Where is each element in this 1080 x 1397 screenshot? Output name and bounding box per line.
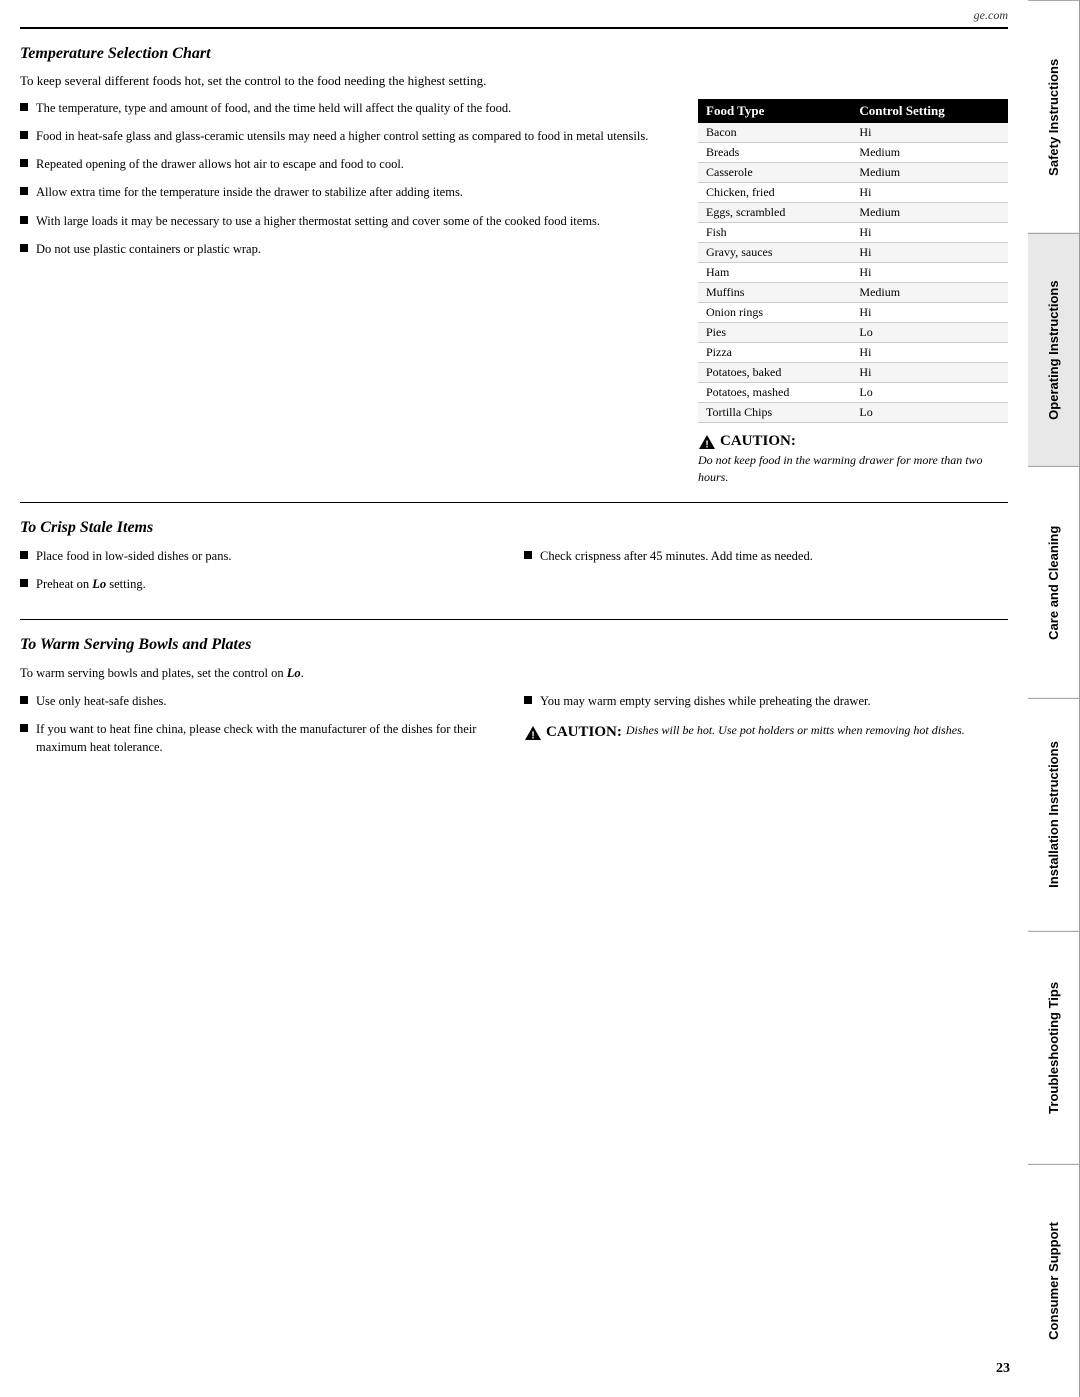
warning-icon: ! [698,434,716,450]
bullet-icon [524,551,532,559]
table-row: Chicken, friedHi [698,183,1008,203]
crisp-right-col: Check crispness after 45 minutes. Add ti… [524,547,1008,603]
temp-section: Temperature Selection Chart To keep seve… [0,29,1028,496]
warm-caution: ! CAUTION: Dishes will be hot. Use pot h… [524,722,1008,743]
bullet-icon [20,244,28,252]
table-row: MuffinsMedium [698,283,1008,303]
list-item: Check crispness after 45 minutes. Add ti… [524,547,1008,565]
warm-bullet-list-left: Use only heat-safe dishes. If you want t… [20,692,504,756]
temp-right-col: Food Type Control Setting BaconHiBreadsM… [698,99,1008,486]
table-row: Potatoes, bakedHi [698,363,1008,383]
bullet-icon [20,216,28,224]
side-tabs: Safety Instructions Operating Instructio… [1028,0,1080,1397]
svg-text:!: ! [531,730,534,741]
list-item: Food in heat-safe glass and glass-cerami… [20,127,678,145]
table-row: Onion ringsHi [698,303,1008,323]
list-item: You may warm empty serving dishes while … [524,692,1008,710]
bullet-icon [20,724,28,732]
table-row: FishHi [698,223,1008,243]
food-type-header: Food Type [698,99,851,123]
table-row: PizzaHi [698,343,1008,363]
warm-section-title: To Warm Serving Bowls and Plates [20,636,1008,654]
divider-2 [20,619,1008,620]
crisp-section: To Crisp Stale Items Place food in low-s… [0,509,1028,613]
bullet-icon [524,696,532,704]
tab-installation[interactable]: Installation Instructions [1028,698,1080,931]
list-item: If you want to heat fine china, please c… [20,720,504,756]
crisp-left-col: Place food in low-sided dishes or pans. … [20,547,504,603]
control-setting-header: Control Setting [851,99,1008,123]
temp-left-col: The temperature, type and amount of food… [20,99,678,268]
page-number: 23 [996,1361,1010,1377]
svg-text:!: ! [705,439,708,450]
table-row: Eggs, scrambledMedium [698,203,1008,223]
temp-caution: ! CAUTION: Do not keep food in the warmi… [698,431,1008,486]
table-row: BreadsMedium [698,143,1008,163]
bullet-icon [20,131,28,139]
warm-intro: To warm serving bowls and plates, set th… [20,664,1008,682]
tab-troubleshooting[interactable]: Troubleshooting Tips [1028,931,1080,1164]
crisp-two-col: Place food in low-sided dishes or pans. … [20,547,1008,603]
list-item: Allow extra time for the temperature ins… [20,183,678,201]
tab-operating[interactable]: Operating Instructions [1028,233,1080,466]
crisp-bullet-list-left: Place food in low-sided dishes or pans. … [20,547,504,593]
list-item: With large loads it may be necessary to … [20,212,678,230]
list-item: Preheat on Lo setting. [20,575,504,593]
table-row: Potatoes, mashedLo [698,383,1008,403]
bullet-icon [20,579,28,587]
table-row: BaconHi [698,123,1008,143]
list-item: Place food in low-sided dishes or pans. [20,547,504,565]
table-row: CasseroleMedium [698,163,1008,183]
temp-section-subtitle: To keep several different foods hot, set… [20,73,1008,89]
list-item: Repeated opening of the drawer allows ho… [20,155,678,173]
table-row: Tortilla ChipsLo [698,403,1008,423]
crisp-section-title: To Crisp Stale Items [20,519,1008,537]
list-item: Do not use plastic containers or plastic… [20,240,678,258]
warm-bullet-list-right: You may warm empty serving dishes while … [524,692,1008,710]
food-table: Food Type Control Setting BaconHiBreadsM… [698,99,1008,423]
bullet-icon [20,159,28,167]
table-row: PiesLo [698,323,1008,343]
bullet-icon [20,551,28,559]
main-content: ge.com Temperature Selection Chart To ke… [0,0,1028,1397]
warm-section: To Warm Serving Bowls and Plates To warm… [0,626,1028,777]
website-header: ge.com [0,0,1028,27]
temp-two-col: The temperature, type and amount of food… [20,99,1008,486]
temp-section-title: Temperature Selection Chart [20,45,1008,63]
table-row: HamHi [698,263,1008,283]
tab-safety[interactable]: Safety Instructions [1028,0,1080,233]
warm-right-col: You may warm empty serving dishes while … [524,692,1008,766]
tab-care[interactable]: Care and Cleaning [1028,466,1080,699]
list-item: The temperature, type and amount of food… [20,99,678,117]
bullet-icon [20,187,28,195]
crisp-bullet-list-right: Check crispness after 45 minutes. Add ti… [524,547,1008,565]
list-item: Use only heat-safe dishes. [20,692,504,710]
temp-bullet-list: The temperature, type and amount of food… [20,99,678,258]
divider-1 [20,502,1008,503]
warm-two-col: Use only heat-safe dishes. If you want t… [20,692,1008,766]
warm-left-col: Use only heat-safe dishes. If you want t… [20,692,504,766]
warning-icon-2: ! [524,725,542,741]
table-row: Gravy, saucesHi [698,243,1008,263]
bullet-icon [20,103,28,111]
bullet-icon [20,696,28,704]
tab-consumer[interactable]: Consumer Support [1028,1164,1080,1397]
